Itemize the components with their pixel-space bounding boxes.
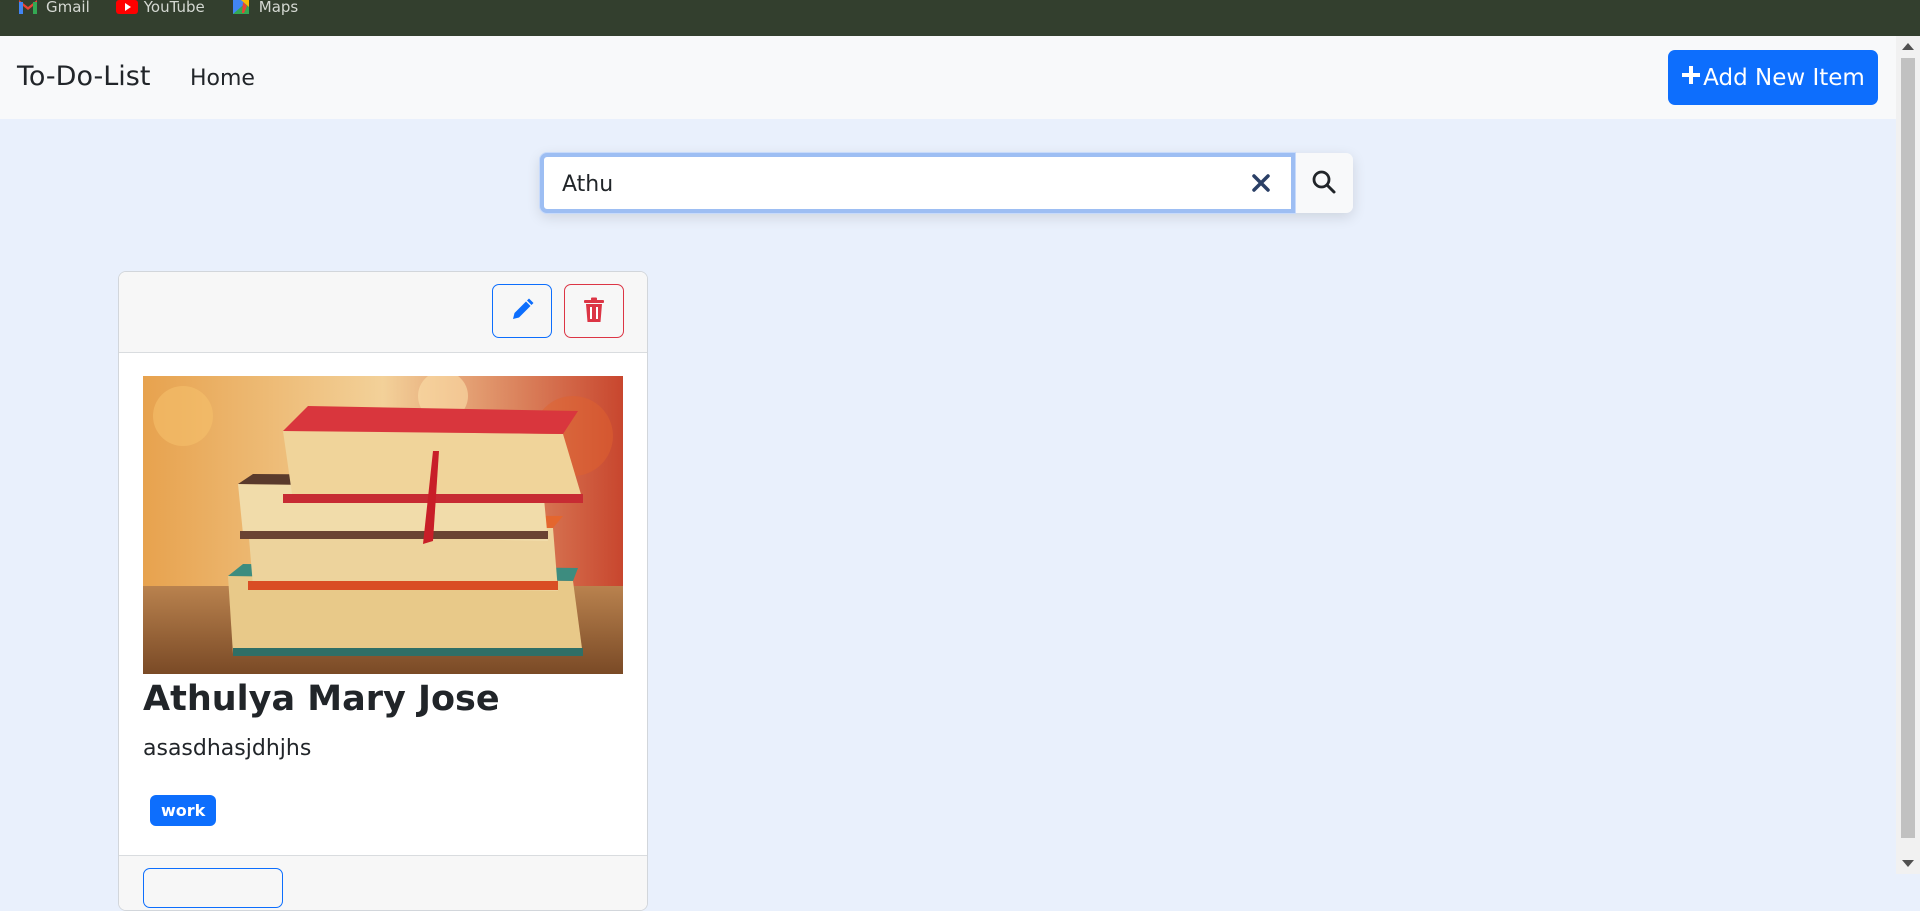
card-title: Athulya Mary Jose — [143, 679, 500, 719]
todo-card: Athulya Mary Jose asasdhasjdhjhs work — [118, 271, 648, 911]
bookmarks-bar: Gmail YouTube Maps — [0, 0, 1920, 36]
scroll-thumb[interactable] — [1901, 58, 1915, 838]
trash-icon — [583, 297, 605, 326]
scroll-down-arrow-icon[interactable] — [1902, 860, 1914, 867]
scroll-up-arrow-icon[interactable] — [1902, 43, 1914, 50]
bookmark-gmail[interactable]: Gmail — [18, 0, 90, 16]
bookmark-maps-label: Maps — [258, 0, 299, 16]
card-footer — [119, 855, 647, 910]
search-input-container — [540, 153, 1295, 213]
search-input[interactable] — [560, 166, 1234, 202]
close-icon[interactable] — [1249, 171, 1273, 195]
bookmark-gmail-label: Gmail — [46, 0, 90, 16]
brand-title[interactable]: To-Do-List — [17, 61, 150, 92]
bookmark-youtube[interactable]: YouTube — [115, 0, 205, 16]
add-new-item-button[interactable]: Add New Item — [1668, 50, 1878, 105]
card-description: asasdhasjdhjhs — [143, 736, 312, 761]
pencil-icon — [510, 298, 534, 325]
delete-button[interactable] — [564, 284, 624, 338]
nav-home-link[interactable]: Home — [190, 66, 255, 91]
edit-button[interactable] — [492, 284, 552, 338]
card-footer-button[interactable] — [143, 868, 283, 908]
search-button[interactable] — [1295, 153, 1353, 213]
gmail-icon — [18, 0, 38, 14]
card-header — [119, 272, 647, 353]
stack-of-books-image — [143, 376, 623, 674]
page-scrollbar[interactable] — [1896, 36, 1920, 874]
search-bar — [540, 153, 1353, 213]
bookmark-youtube-label: YouTube — [143, 0, 205, 16]
top-navbar: To-Do-List Home Add New Item — [0, 36, 1896, 119]
bookmark-maps[interactable]: Maps — [231, 0, 299, 16]
search-icon — [1311, 169, 1337, 198]
plus-icon — [1681, 65, 1701, 91]
tag-badge: work — [150, 795, 217, 826]
add-new-item-label: Add New Item — [1703, 64, 1865, 91]
youtube-icon — [115, 0, 138, 14]
maps-icon — [231, 0, 251, 14]
